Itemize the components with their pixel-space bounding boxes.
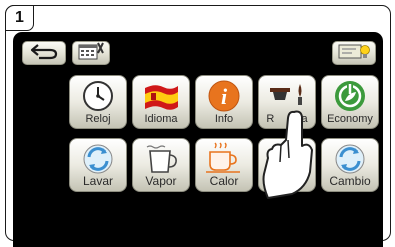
calor-button[interactable]: Calor [195, 138, 253, 192]
economy-label: Economy [327, 113, 373, 125]
info-icon: i [196, 78, 252, 114]
lavar-label: Lavar [82, 174, 114, 188]
warm-cup-icon [196, 141, 252, 177]
step-number-badge: 1 [5, 5, 34, 31]
calendar-tools-icon [76, 41, 106, 66]
vapor-button[interactable]: Vapor [132, 138, 190, 192]
cambio-button[interactable]: Cambio [321, 138, 379, 192]
idioma-label: Idioma [144, 113, 178, 125]
lavar-button[interactable]: Lavar [69, 138, 127, 192]
spanish-flag-icon [133, 78, 189, 114]
economy-button[interactable]: Economy [321, 75, 379, 129]
back-button[interactable] [22, 41, 66, 65]
screen-bulb-icon [336, 41, 372, 66]
vapor-label: Vapor [145, 174, 177, 188]
power-leaf-icon [322, 78, 378, 114]
clock-icon [70, 78, 126, 114]
reloj-button[interactable]: Reloj [69, 75, 127, 129]
rinse-cycle-icon [70, 141, 126, 177]
cambio-label: Cambio [329, 174, 371, 188]
info-label: Info [214, 113, 234, 125]
back-arrow-icon [29, 42, 59, 65]
machine-display: Reloj Idioma i Info R Economy Lavar Vapo… [13, 32, 383, 247]
idioma-button[interactable]: Idioma [132, 75, 190, 129]
calor-label: Calor [209, 174, 239, 188]
pointing-hand-icon [262, 110, 313, 199]
svg-text:i: i [221, 84, 228, 109]
change-cycle-icon [322, 141, 378, 177]
display-button[interactable] [332, 41, 376, 65]
info-button[interactable]: i Info [195, 75, 253, 129]
steam-jug-icon [133, 141, 189, 177]
settings-button[interactable] [72, 41, 110, 65]
reloj-label: Reloj [85, 113, 111, 125]
